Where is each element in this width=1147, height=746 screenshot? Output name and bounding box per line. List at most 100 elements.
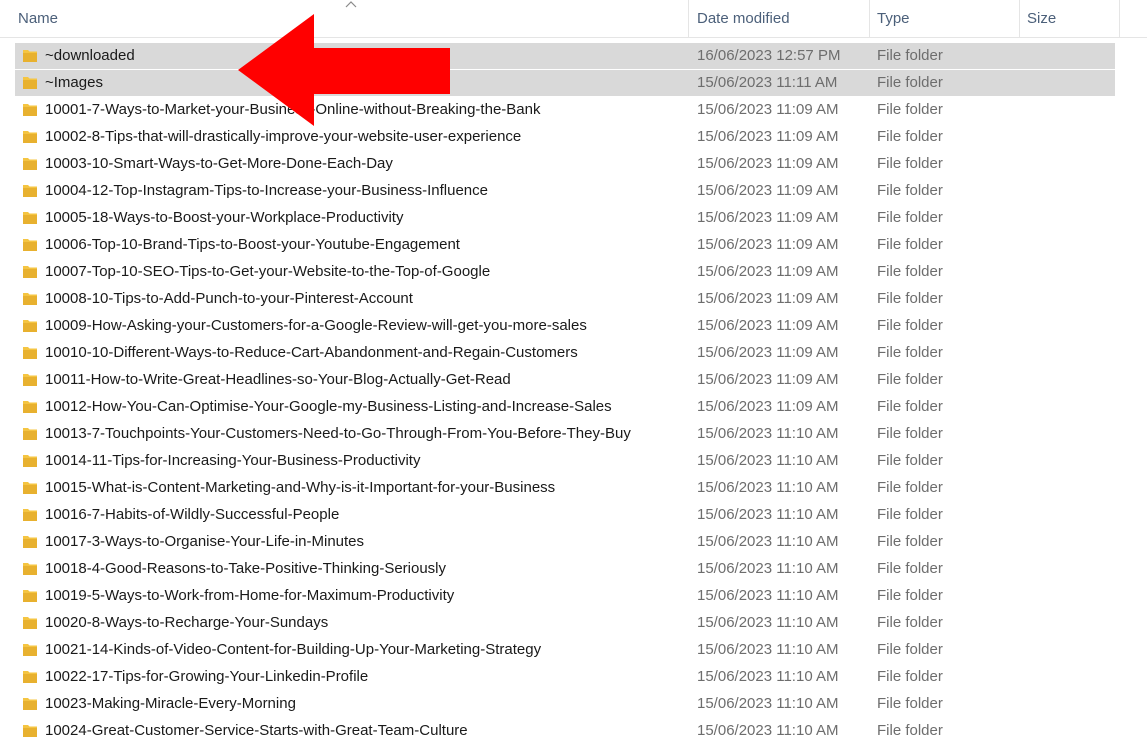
file-date-modified: 15/06/2023 11:10 AM: [697, 641, 839, 658]
file-row[interactable]: ~downloaded 16/06/2023 12:57 PM File folde…: [15, 43, 1115, 69]
file-date-modified: 16/06/2023 12:57 PM: [697, 47, 841, 64]
file-row[interactable]: 10008-10-Tips-to-Add-Punch-to-your-Pinte…: [15, 286, 1115, 312]
column-header-size-label: Size: [1027, 10, 1057, 27]
column-header-type[interactable]: Type: [870, 0, 1020, 37]
file-row[interactable]: 10022-17-Tips-for-Growing-Your-Linkedin-…: [15, 664, 1115, 690]
file-type: File folder: [877, 587, 943, 604]
file-name: 10003-10-Smart-Ways-to-Get-More-Done-Eac…: [45, 155, 393, 172]
file-row[interactable]: 10005-18-Ways-to-Boost-your-Workplace-Pr…: [15, 205, 1115, 231]
file-name: 10002-8-Tips-that-will-drastically-impro…: [45, 128, 522, 145]
folder-icon: [23, 536, 37, 548]
file-row[interactable]: 10013-7-Touchpoints-Your-Customers-Need-…: [15, 421, 1115, 447]
file-row[interactable]: 10009-How-Asking-your-Customers-for-a-Go…: [15, 313, 1115, 339]
file-row[interactable]: 10018-4-Good-Reasons-to-Take-Positive-Th…: [15, 556, 1115, 582]
file-type: File folder: [877, 668, 943, 685]
file-name: 10010-10-Different-Ways-to-Reduce-Cart-A…: [45, 344, 578, 361]
file-row[interactable]: 10019-5-Ways-to-Work-from-Home-for-Maxim…: [15, 583, 1115, 609]
file-date-modified: 15/06/2023 11:09 AM: [697, 101, 839, 118]
folder-icon: [23, 131, 37, 143]
file-row[interactable]: 10003-10-Smart-Ways-to-Get-More-Done-Eac…: [15, 151, 1115, 177]
file-date-modified: 15/06/2023 11:10 AM: [697, 722, 839, 739]
file-name: 10023-Making-Miracle-Every-Morning: [45, 695, 296, 712]
file-type: File folder: [877, 452, 943, 469]
file-type: File folder: [877, 371, 943, 388]
red-arrow-annotation: [238, 14, 450, 126]
file-name: 10018-4-Good-Reasons-to-Take-Positive-Th…: [45, 560, 447, 577]
folder-icon: [23, 644, 37, 656]
file-row[interactable]: 10001-7-Ways-to-Market-your-Business-Onl…: [15, 97, 1115, 123]
folder-icon: [23, 212, 37, 224]
folder-icon: [23, 698, 37, 710]
file-type: File folder: [877, 398, 943, 415]
file-name: 10007-Top-10-SEO-Tips-to-Get-your-Websit…: [45, 263, 491, 280]
file-row[interactable]: 10002-8-Tips-that-will-drastically-impro…: [15, 124, 1115, 150]
file-date-modified: 15/06/2023 11:09 AM: [697, 236, 839, 253]
file-date-modified: 15/06/2023 11:10 AM: [697, 668, 839, 685]
file-date-modified: 15/06/2023 11:09 AM: [697, 344, 839, 361]
file-row[interactable]: 10014-11-Tips-for-Increasing-Your-Busine…: [15, 448, 1115, 474]
file-type: File folder: [877, 101, 943, 118]
file-row[interactable]: 10015-What-is-Content-Marketing-and-Why-…: [15, 475, 1115, 501]
folder-icon: [23, 428, 37, 440]
file-type: File folder: [877, 263, 943, 280]
file-type: File folder: [877, 506, 943, 523]
file-row[interactable]: 10007-Top-10-SEO-Tips-to-Get-your-Websit…: [15, 259, 1115, 285]
file-name: 10017-3-Ways-to-Organise-Your-Life-in-Mi…: [45, 533, 365, 550]
folder-icon: [23, 401, 37, 413]
file-date-modified: 15/06/2023 11:10 AM: [697, 452, 839, 469]
file-type: File folder: [877, 425, 943, 442]
file-row[interactable]: 10004-12-Top-Instagram-Tips-to-Increase-…: [15, 178, 1115, 204]
folder-icon: [23, 725, 37, 737]
file-row[interactable]: ~Images 15/06/2023 11:11 AM File folder: [15, 70, 1115, 96]
file-name: 10020-8-Ways-to-Recharge-Your-Sundays: [45, 614, 329, 631]
column-header-type-label: Type: [877, 10, 910, 27]
file-date-modified: 15/06/2023 11:09 AM: [697, 182, 839, 199]
file-name: 10021-14-Kinds-of-Video-Content-for-Buil…: [45, 641, 542, 658]
folder-icon: [23, 293, 37, 305]
file-date-modified: 15/06/2023 11:09 AM: [697, 290, 839, 307]
file-name: 10013-7-Touchpoints-Your-Customers-Need-…: [45, 425, 631, 442]
file-date-modified: 15/06/2023 11:10 AM: [697, 587, 839, 604]
folder-icon: [23, 158, 37, 170]
file-name: 10015-What-is-Content-Marketing-and-Why-…: [45, 479, 556, 496]
column-header-date-modified[interactable]: Date modified: [690, 0, 870, 37]
folder-icon: [23, 239, 37, 251]
file-date-modified: 15/06/2023 11:10 AM: [697, 695, 839, 712]
folder-icon: [23, 482, 37, 494]
file-name: 10006-Top-10-Brand-Tips-to-Boost-your-Yo…: [45, 236, 460, 253]
file-type: File folder: [877, 479, 943, 496]
file-row[interactable]: 10024-Great-Customer-Service-Starts-with…: [15, 718, 1115, 744]
file-name: 10011-How-to-Write-Great-Headlines-so-Yo…: [45, 371, 511, 388]
column-header-date-label: Date modified: [697, 10, 790, 27]
file-row[interactable]: 10006-Top-10-Brand-Tips-to-Boost-your-Yo…: [15, 232, 1115, 258]
file-name: 10005-18-Ways-to-Boost-your-Workplace-Pr…: [45, 209, 404, 226]
file-row[interactable]: 10010-10-Different-Ways-to-Reduce-Cart-A…: [15, 340, 1115, 366]
file-type: File folder: [877, 128, 943, 145]
file-date-modified: 15/06/2023 11:09 AM: [697, 398, 839, 415]
file-name: 10014-11-Tips-for-Increasing-Your-Busine…: [45, 452, 421, 469]
file-row[interactable]: 10011-How-to-Write-Great-Headlines-so-Yo…: [15, 367, 1115, 393]
folder-icon: [23, 185, 37, 197]
file-name: 10012-How-You-Can-Optimise-Your-Google-m…: [45, 398, 612, 415]
folder-icon: [23, 590, 37, 602]
file-type: File folder: [877, 344, 943, 361]
file-type: File folder: [877, 695, 943, 712]
file-type: File folder: [877, 155, 943, 172]
file-row[interactable]: 10023-Making-Miracle-Every-Morning 15/06/…: [15, 691, 1115, 717]
file-type: File folder: [877, 47, 943, 64]
file-date-modified: 15/06/2023 11:09 AM: [697, 209, 839, 226]
folder-icon: [23, 374, 37, 386]
file-row[interactable]: 10021-14-Kinds-of-Video-Content-for-Buil…: [15, 637, 1115, 663]
file-name: 10019-5-Ways-to-Work-from-Home-for-Maxim…: [45, 587, 455, 604]
file-type: File folder: [877, 614, 943, 631]
file-row[interactable]: 10012-How-You-Can-Optimise-Your-Google-m…: [15, 394, 1115, 420]
file-type: File folder: [877, 236, 943, 253]
folder-icon: [23, 671, 37, 683]
file-row[interactable]: 10020-8-Ways-to-Recharge-Your-Sundays 15/…: [15, 610, 1115, 636]
file-row[interactable]: 10016-7-Habits-of-Wildly-Successful-Peop…: [15, 502, 1115, 528]
file-row[interactable]: 10017-3-Ways-to-Organise-Your-Life-in-Mi…: [15, 529, 1115, 555]
file-type: File folder: [877, 290, 943, 307]
folder-icon: [23, 77, 37, 89]
column-header-bar: Name Date modified Type Size: [0, 0, 1147, 38]
column-header-size[interactable]: Size: [1020, 0, 1120, 37]
